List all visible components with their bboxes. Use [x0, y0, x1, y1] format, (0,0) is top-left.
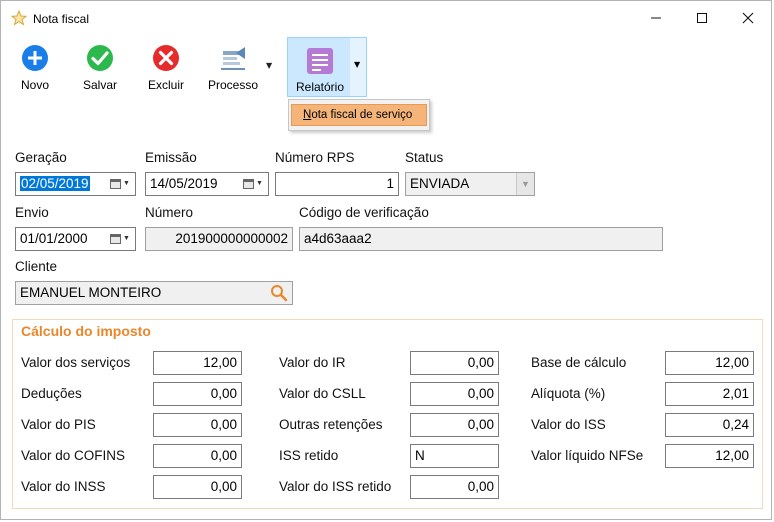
geracao-calendar-button[interactable]: ▼	[110, 176, 132, 192]
processo-dropdown-caret[interactable]: ▼	[266, 61, 272, 70]
relatorio-button[interactable]: Relatório	[287, 37, 351, 97]
emissao-label: Emissão	[145, 150, 197, 165]
nota-fiscal-window: Nota fiscal Novo Salvar Excluir Processo…	[0, 0, 772, 520]
aliquota-input[interactable]: 2,01	[665, 382, 754, 406]
status-select[interactable]: ENVIADA ▼	[405, 172, 535, 196]
cliente-field[interactable]: EMANUEL MONTEIRO	[15, 281, 293, 305]
report-dropdown-menu: Nota fiscal de serviço	[288, 99, 430, 131]
novo-button[interactable]: Novo	[13, 39, 57, 101]
deducoes-label: Deduções	[21, 386, 82, 401]
aliquota-label: Alíquota (%)	[531, 386, 606, 401]
delete-circle-icon	[153, 45, 179, 71]
calendar-icon	[110, 179, 121, 189]
valor-cofins-label: Valor do COFINS	[21, 448, 126, 463]
numero-label: Número	[145, 205, 194, 220]
calendar-icon	[243, 179, 254, 189]
minimize-icon	[651, 17, 661, 19]
iss-retido-label: ISS retido	[279, 448, 339, 463]
numero-rps-label: Número RPS	[275, 150, 355, 165]
valor-ir-input[interactable]: 0,00	[410, 351, 499, 375]
valor-cofins-input[interactable]: 0,00	[153, 444, 242, 468]
geracao-date-field[interactable]: 02/05/2019 ▼	[15, 172, 136, 196]
search-icon[interactable]	[270, 284, 288, 302]
novo-label: Novo	[20, 78, 49, 92]
chevron-down-icon: ▼	[256, 180, 263, 187]
chevron-down-icon: ▼	[123, 180, 130, 187]
geracao-value: 02/05/2019	[20, 176, 90, 191]
valor-csll-label: Valor do CSLL	[279, 386, 366, 401]
numero-rps-input[interactable]: 1	[275, 172, 399, 196]
deducoes-input[interactable]: 0,00	[153, 382, 242, 406]
processo-label: Processo	[207, 78, 259, 92]
report-icon	[307, 48, 333, 74]
base-calculo-label: Base de cálculo	[531, 355, 627, 370]
calendar-icon	[110, 234, 121, 244]
outras-retencoes-input[interactable]: 0,00	[410, 413, 499, 437]
valor-liquido-nfse-input[interactable]: 12,00	[665, 444, 754, 468]
app-star-icon	[11, 10, 27, 26]
outras-retencoes-label: Outras retenções	[279, 417, 383, 432]
chevron-down-icon: ▼	[521, 179, 530, 189]
plus-circle-icon	[22, 45, 48, 71]
status-value: ENVIADA	[410, 176, 470, 191]
salvar-button[interactable]: Salvar	[77, 39, 123, 101]
processo-button[interactable]: Processo	[203, 39, 263, 101]
valor-servicos-input[interactable]: 12,00	[153, 351, 242, 375]
process-icon	[221, 47, 245, 70]
relatorio-label: Relatório	[295, 80, 345, 94]
status-dropdown-button[interactable]: ▼	[516, 173, 534, 195]
valor-csll-input[interactable]: 0,00	[410, 382, 499, 406]
iss-retido-input[interactable]: N	[410, 444, 499, 468]
codigo-verificacao-field: a4d63aaa2	[299, 227, 663, 251]
valor-iss-label: Valor do ISS	[531, 417, 606, 432]
close-icon	[742, 12, 754, 24]
envio-label: Envio	[15, 205, 49, 220]
close-button[interactable]	[725, 1, 771, 35]
numero-field: 201900000000002	[145, 227, 293, 251]
valor-iss-retido-input[interactable]: 0,00	[410, 475, 499, 499]
valor-iss-retido-label: Valor do ISS retido	[279, 479, 392, 494]
excluir-button[interactable]: Excluir	[141, 39, 191, 101]
emissao-date-field[interactable]: 14/05/2019 ▼	[145, 172, 269, 196]
base-calculo-input[interactable]: 12,00	[665, 351, 754, 375]
maximize-button[interactable]	[679, 1, 725, 35]
menu-item-nota-fiscal-servico[interactable]: Nota fiscal de serviço	[291, 104, 427, 126]
maximize-icon	[697, 13, 707, 23]
window-title: Nota fiscal	[33, 12, 90, 26]
valor-pis-label: Valor do PIS	[21, 417, 96, 432]
codigo-verificacao-label: Código de verificação	[299, 205, 429, 220]
valor-inss-input[interactable]: 0,00	[153, 475, 242, 499]
valor-liquido-nfse-label: Valor líquido NFSe	[531, 448, 644, 463]
excluir-label: Excluir	[147, 78, 184, 92]
emissao-calendar-button[interactable]: ▼	[243, 176, 265, 192]
menu-item-label: ota fiscal de serviço	[311, 109, 413, 121]
chevron-down-icon: ▼	[123, 235, 130, 242]
envio-calendar-button[interactable]: ▼	[110, 231, 132, 247]
valor-servicos-label: Valor dos serviços	[21, 355, 131, 370]
geracao-label: Geração	[15, 150, 67, 165]
emissao-value: 14/05/2019	[150, 176, 218, 191]
status-label: Status	[405, 150, 444, 165]
valor-ir-label: Valor do IR	[279, 355, 346, 370]
check-circle-icon	[87, 45, 113, 71]
relatorio-dropdown-button[interactable]: ▼	[350, 37, 367, 97]
salvar-label: Salvar	[82, 78, 117, 92]
valor-inss-label: Valor do INSS	[21, 479, 106, 494]
chevron-down-icon: ▼	[354, 60, 361, 69]
title-bar: Nota fiscal	[1, 1, 771, 35]
cliente-label: Cliente	[15, 259, 58, 274]
cliente-value: EMANUEL MONTEIRO	[20, 285, 162, 300]
minimize-button[interactable]	[633, 1, 679, 35]
valor-pis-input[interactable]: 0,00	[153, 413, 242, 437]
valor-iss-input[interactable]: 0,24	[665, 413, 754, 437]
calculo-imposto-title: Cálculo do imposto	[21, 323, 151, 339]
envio-value: 01/01/2000	[20, 231, 88, 246]
envio-date-field[interactable]: 01/01/2000 ▼	[15, 227, 136, 251]
